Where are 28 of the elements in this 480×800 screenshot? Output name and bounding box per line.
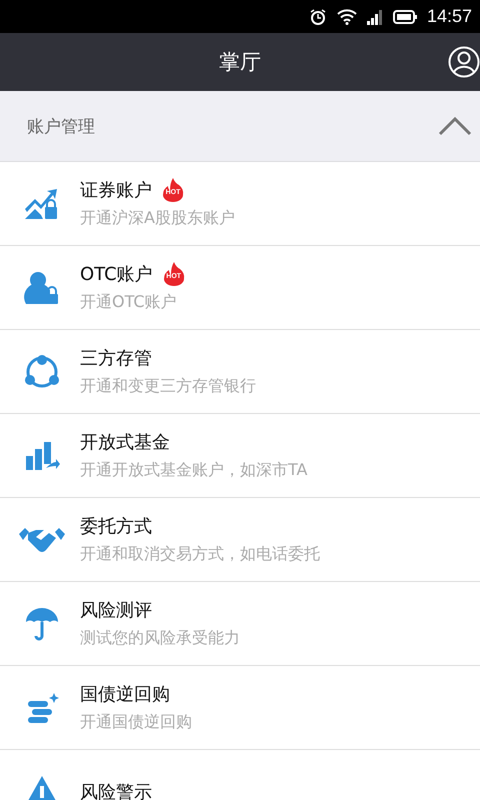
signal-icon <box>366 8 383 24</box>
alarm-icon <box>308 8 327 26</box>
item-title[interactable]: OTC账户 <box>80 262 153 286</box>
item-subtitle: 开通国债逆回购 <box>80 712 192 733</box>
battery-icon <box>392 8 417 24</box>
collapse-icon[interactable] <box>438 116 472 136</box>
item-subtitle: 开通沪深A股股东账户 <box>80 208 235 229</box>
item-title[interactable]: 委托方式 <box>80 514 152 538</box>
umbrella-icon <box>24 606 60 642</box>
item-title[interactable]: 证券账户 <box>80 178 152 202</box>
user-lock-icon <box>24 270 60 306</box>
item-title[interactable]: 三方存管 <box>80 346 152 370</box>
people-circle-icon <box>23 352 61 390</box>
item-title[interactable]: 国债逆回购 <box>80 682 170 706</box>
item-subtitle: 开通和取消交易方式，如电话委托 <box>80 544 320 565</box>
page-title: 掌厅 <box>219 49 261 76</box>
item-title[interactable]: 风险警示 <box>80 780 152 800</box>
item-subtitle: 开通和变更三方存管银行 <box>80 376 256 397</box>
status-time: 14:57 <box>426 6 472 27</box>
item-title[interactable]: 风险测评 <box>80 598 152 622</box>
item-title[interactable]: 开放式基金 <box>80 430 170 454</box>
user-icon[interactable] <box>448 46 480 78</box>
bar-chart-icon <box>24 440 60 472</box>
item-subtitle: 开通OTC账户 <box>80 292 178 313</box>
section-title: 账户管理 <box>27 116 95 138</box>
item-subtitle: 开通开放式基金账户，如深市TA <box>80 460 308 481</box>
wifi-icon <box>336 8 357 24</box>
item-subtitle: 测试您的风险承受能力 <box>80 628 240 649</box>
